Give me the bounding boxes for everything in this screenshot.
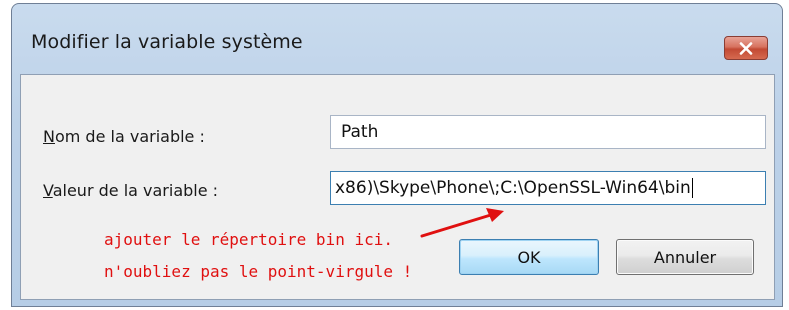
dialog-window: Modifier la variable système Nom de la v…	[11, 3, 783, 307]
variable-value-input[interactable]: x86)\Skype\Phone\;C:\OpenSSL-Win64\bin	[330, 171, 766, 205]
annotation-line-1: ajouter le répertoire bin ici.	[104, 230, 393, 249]
close-button[interactable]	[724, 36, 768, 60]
window-title: Modifier la variable système	[31, 31, 303, 53]
annotation-arrow-icon	[420, 208, 504, 238]
annotation-line-2: n'oubliez pas le point-virgule !	[104, 262, 413, 281]
variable-name-label: Nom de la variable :	[43, 127, 205, 146]
ok-button[interactable]: OK	[459, 239, 599, 275]
variable-name-input[interactable]: Path	[330, 115, 766, 149]
title-bar[interactable]: Modifier la variable système	[12, 4, 782, 74]
text-caret	[691, 178, 693, 198]
close-icon	[739, 41, 753, 55]
ok-button-label: OK	[517, 247, 541, 267]
variable-value-label: Valeur de la variable :	[43, 181, 219, 200]
dialog-body: Nom de la variable : Path Valeur de la v…	[20, 74, 775, 300]
cancel-button-label: Annuler	[653, 247, 717, 267]
cancel-button[interactable]: Annuler	[616, 239, 754, 275]
